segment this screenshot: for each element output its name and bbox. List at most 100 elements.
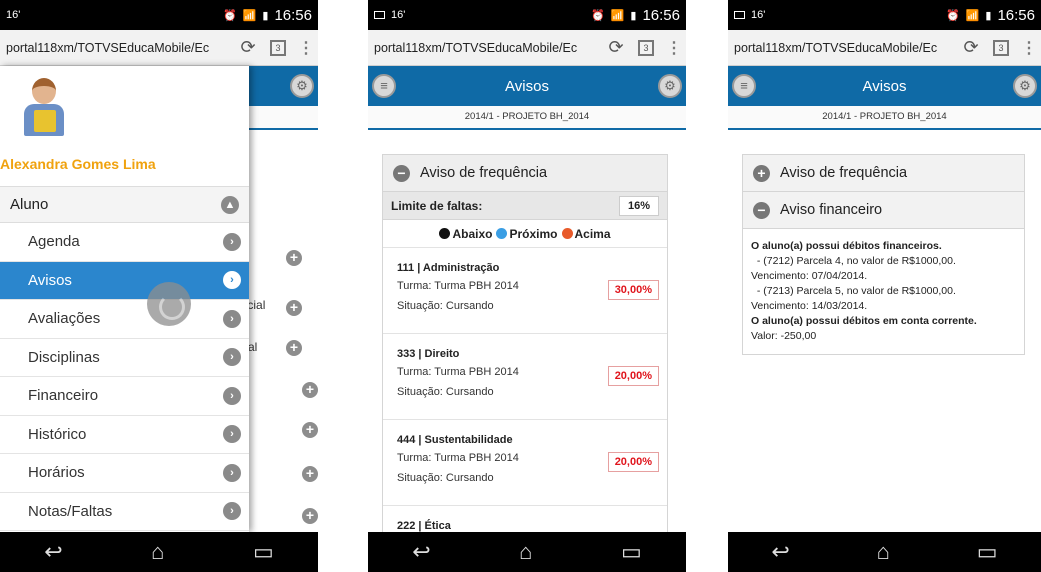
- collapse-up-icon[interactable]: ▲: [221, 195, 239, 214]
- recent-apps-icon[interactable]: ▭: [253, 539, 274, 565]
- chevron-right-icon[interactable]: ›: [223, 309, 241, 328]
- status-clock: 16:56: [997, 6, 1035, 24]
- discipline-name: 333 | Direito: [397, 348, 460, 360]
- status-bar: 16' ⏰ 📶 ▮ 16:56: [368, 0, 686, 30]
- menu-item-label: Notas/Faltas: [28, 502, 113, 520]
- back-icon[interactable]: ↩: [412, 539, 430, 565]
- settings-gear-icon[interactable]: ⚙: [1013, 74, 1037, 98]
- menu-icon[interactable]: ≡: [372, 74, 396, 98]
- home-icon[interactable]: ⌂: [877, 539, 890, 565]
- tabs-button[interactable]: 3: [270, 39, 286, 56]
- section-aluno[interactable]: Aluno ▲: [0, 186, 249, 223]
- back-icon[interactable]: ↩: [44, 539, 62, 565]
- status-badge: 16': [6, 9, 21, 21]
- menu-item-avaliaes[interactable]: Avaliações ›: [0, 300, 249, 339]
- expand-plus-icon[interactable]: +: [286, 300, 302, 316]
- menu-item-avisos[interactable]: Avisos ›: [0, 261, 249, 300]
- expand-plus-icon[interactable]: +: [302, 508, 318, 524]
- expand-plus-icon[interactable]: +: [286, 250, 302, 266]
- aviso-financeiro-header[interactable]: − Aviso financeiro: [743, 192, 1024, 229]
- alarm-icon: ⏰: [590, 9, 605, 22]
- home-icon[interactable]: ⌂: [519, 539, 532, 565]
- reload-icon[interactable]: ⟳: [961, 37, 981, 58]
- discipline-row[interactable]: 333 | Direito Turma: Turma PBH 2014 Situaç…: [383, 334, 667, 420]
- alarm-icon: ⏰: [222, 9, 237, 22]
- tabs-button[interactable]: 3: [993, 39, 1009, 56]
- browser-menu-icon[interactable]: ⋮: [1021, 38, 1037, 58]
- aviso-frequencia-header[interactable]: − Aviso de frequência: [383, 155, 667, 192]
- expand-plus-icon[interactable]: +: [302, 382, 318, 398]
- browser-menu-icon[interactable]: ⋮: [666, 38, 682, 58]
- recent-apps-icon[interactable]: ▭: [621, 539, 642, 565]
- menu-item-histrico[interactable]: Histórico ›: [0, 416, 249, 454]
- section-title: Aviso de frequência: [420, 165, 548, 181]
- discipline-name: 111 | Administração: [397, 262, 500, 274]
- legend-dot-icon: [439, 227, 451, 239]
- chevron-right-icon[interactable]: ›: [223, 232, 241, 251]
- discipline-situacao: Situação: Cursando: [397, 472, 494, 484]
- chevron-right-icon[interactable]: ›: [223, 348, 241, 367]
- url-field[interactable]: portal118xm/TOTVSEducaMobile/Ec: [6, 41, 238, 55]
- settings-gear-icon[interactable]: ⚙: [658, 74, 682, 98]
- reload-icon[interactable]: ⟳: [606, 37, 626, 58]
- settings-gear-icon[interactable]: ⚙: [290, 74, 314, 98]
- menu-item-label: Horários: [28, 464, 85, 482]
- expand-plus-icon[interactable]: +: [753, 164, 770, 182]
- wifi-icon: 📶: [242, 9, 257, 22]
- financial-line: Vencimento: 07/04/2014.: [751, 270, 868, 282]
- financial-line: Vencimento: 14/03/2014.: [751, 300, 868, 312]
- financial-line: O aluno(a) possui débitos financeiros.: [751, 240, 942, 252]
- reload-icon[interactable]: ⟳: [238, 37, 258, 58]
- menu-item-financeiro[interactable]: Financeiro ›: [0, 377, 249, 416]
- menu-item-agenda[interactable]: Agenda ›: [0, 223, 249, 262]
- chevron-right-icon[interactable]: ›: [223, 463, 241, 482]
- tabs-button[interactable]: 3: [638, 39, 654, 56]
- legend-label: Próximo: [509, 226, 558, 241]
- discipline-row[interactable]: 111 | Administração Turma: Turma PBH 2014…: [383, 248, 667, 334]
- financial-line: Valor: -250,00: [751, 330, 817, 342]
- recent-apps-icon[interactable]: ▭: [977, 539, 998, 565]
- financial-line: O aluno(a) possui débitos em conta corre…: [751, 315, 977, 327]
- discipline-row[interactable]: 444 | Sustentabilidade Turma: Turma PBH 2…: [383, 420, 667, 506]
- avatar: [20, 78, 68, 138]
- back-icon[interactable]: ↩: [771, 539, 789, 565]
- menu-item-horrios[interactable]: Horários ›: [0, 454, 249, 493]
- menu-item-label: Avaliações: [28, 310, 101, 328]
- phone-screen-menu: 16' ⏰ 📶 ▮ 16:56 portal118xm/TOTVSEducaMo…: [0, 0, 318, 572]
- browser-url-bar: portal118xm/TOTVSEducaMobile/Ec ⟳ 3 ⋮: [728, 30, 1041, 66]
- profile-name: Alexandra Gomes Lima: [0, 156, 156, 172]
- legend-item: Próximo: [496, 226, 558, 241]
- chevron-right-icon[interactable]: ›: [223, 502, 241, 521]
- expand-plus-icon[interactable]: +: [286, 340, 302, 356]
- chevron-right-icon[interactable]: ›: [223, 386, 241, 405]
- chevron-right-icon[interactable]: ›: [223, 271, 241, 290]
- chevron-right-icon[interactable]: ›: [223, 425, 241, 444]
- status-bar: 16' ⏰ 📶 ▮ 16:56: [0, 0, 318, 30]
- status-bar: 16' ⏰ 📶 ▮ 16:56: [728, 0, 1041, 30]
- expand-plus-icon[interactable]: +: [302, 466, 318, 482]
- discipline-name: 444 | Sustentabilidade: [397, 434, 513, 446]
- battery-icon: ▮: [985, 9, 992, 22]
- collapse-minus-icon[interactable]: −: [393, 164, 410, 182]
- period-bar: 2014/1 - PROJETO BH_2014: [728, 106, 1041, 130]
- aviso-frequencia-header[interactable]: + Aviso de frequência: [743, 155, 1024, 192]
- url-field[interactable]: portal118xm/TOTVSEducaMobile/Ec: [734, 41, 961, 55]
- browser-menu-icon[interactable]: ⋮: [298, 38, 314, 58]
- battery-icon: ▮: [262, 9, 269, 22]
- discipline-name: 222 | Ética: [397, 520, 451, 532]
- collapse-minus-icon[interactable]: −: [753, 201, 770, 219]
- legend-dot-icon: [496, 227, 508, 239]
- status-clock: 16:56: [274, 6, 312, 24]
- loading-spinner-icon: [147, 282, 191, 326]
- menu-item-label: Financeiro: [28, 387, 99, 405]
- menu-item-notasfaltas[interactable]: Notas/Faltas ›: [0, 493, 249, 531]
- discipline-situacao: Situação: Cursando: [397, 300, 494, 312]
- menu-item-disciplinas[interactable]: Disciplinas ›: [0, 339, 249, 377]
- menu-icon[interactable]: ≡: [732, 74, 756, 98]
- home-icon[interactable]: ⌂: [151, 539, 164, 565]
- url-field[interactable]: portal118xm/TOTVSEducaMobile/Ec: [374, 41, 606, 55]
- menu-item-label: Disciplinas: [28, 348, 100, 366]
- expand-plus-icon[interactable]: +: [302, 422, 318, 438]
- android-nav-bar: ↩ ⌂ ▭: [368, 532, 686, 572]
- profile-header: Alexandra Gomes Lima: [0, 66, 249, 186]
